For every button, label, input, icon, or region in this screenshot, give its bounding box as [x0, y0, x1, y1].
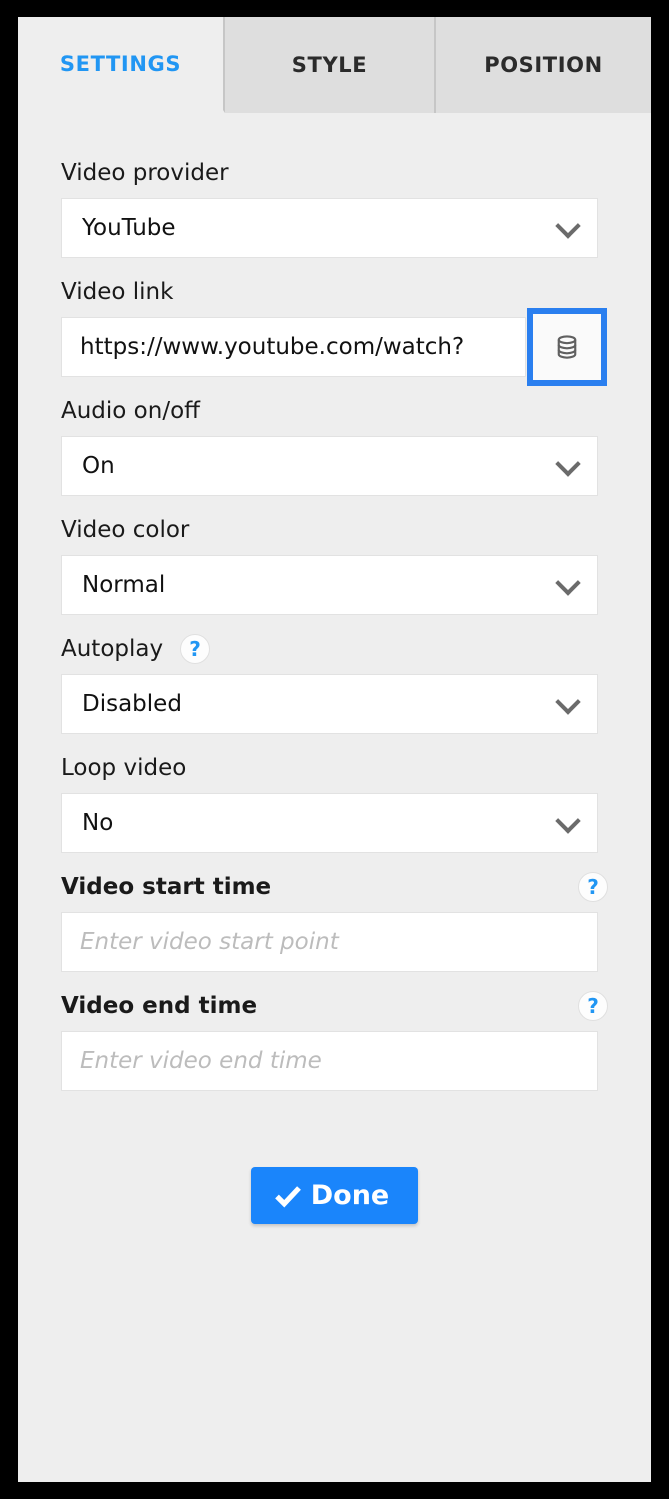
select-loop-video-value: No [82, 810, 114, 836]
label-row-autoplay: Autoplay ? [61, 629, 608, 669]
video-link-input[interactable] [61, 317, 526, 377]
field-audio: Audio on/off On [61, 391, 608, 496]
video-settings-panel: SETTINGS STYLE POSITION Video provider Y… [18, 17, 651, 1482]
label-video-color: Video color [61, 516, 190, 543]
field-video-end-time: Video end time ? [61, 986, 608, 1091]
label-autoplay: Autoplay [61, 635, 164, 662]
select-autoplay[interactable]: Disabled [61, 674, 598, 734]
label-video-end-time: Video end time [61, 992, 258, 1019]
tab-position-label: POSITION [484, 53, 603, 77]
media-library-button[interactable] [527, 308, 607, 386]
field-loop-video: Loop video No [61, 748, 608, 853]
label-row-video-end-time: Video end time ? [61, 986, 608, 1026]
label-audio: Audio on/off [61, 397, 200, 424]
field-video-provider: Video provider YouTube [61, 153, 608, 258]
select-video-provider[interactable]: YouTube [61, 198, 598, 258]
select-video-provider-value: YouTube [82, 215, 176, 241]
tab-settings-label: SETTINGS [59, 51, 182, 76]
label-row-video-start-time: Video start time ? [61, 867, 608, 907]
chevron-down-icon [555, 689, 581, 715]
select-video-color[interactable]: Normal [61, 555, 598, 615]
help-icon-autoplay[interactable]: ? [180, 634, 211, 664]
tab-position[interactable]: POSITION [436, 17, 651, 113]
select-audio[interactable]: On [61, 436, 598, 496]
settings-form: Video provider YouTube Video link https:… [18, 113, 651, 1224]
label-row-video-color: Video color [61, 510, 608, 550]
video-end-time-input[interactable] [61, 1031, 598, 1091]
chevron-down-icon [555, 808, 581, 834]
label-video-provider: Video provider [61, 159, 229, 186]
label-row-video-provider: Video provider [61, 153, 608, 193]
chevron-down-icon [555, 570, 581, 596]
select-audio-value: On [82, 453, 115, 479]
video-start-time-input[interactable] [61, 912, 598, 972]
select-video-color-value: Normal [82, 572, 166, 598]
label-video-start-time: Video start time [61, 873, 272, 900]
label-row-loop-video: Loop video [61, 748, 608, 788]
label-row-video-link: Video link [61, 272, 608, 312]
check-icon [274, 1185, 301, 1208]
field-video-color: Video color Normal [61, 510, 608, 615]
footer-actions: Done [61, 1167, 608, 1224]
tab-style[interactable]: STYLE [225, 17, 436, 113]
video-link-row [61, 308, 607, 386]
help-icon-video-start-time[interactable]: ? [578, 872, 608, 902]
help-icon-video-end-time[interactable]: ? [578, 991, 608, 1021]
label-loop-video: Loop video [61, 754, 187, 781]
select-autoplay-value: Disabled [82, 691, 182, 717]
chevron-down-icon [555, 213, 581, 239]
chevron-down-icon [555, 451, 581, 477]
tab-style-label: STYLE [291, 53, 368, 77]
field-video-start-time: Video start time ? [61, 867, 608, 972]
done-button-label: Done [310, 1180, 390, 1211]
label-video-link: Video link [61, 278, 174, 305]
label-row-audio: Audio on/off [61, 391, 608, 431]
tab-bar: SETTINGS STYLE POSITION [18, 17, 651, 113]
done-button[interactable]: Done [250, 1167, 419, 1224]
field-autoplay: Autoplay ? Disabled [61, 629, 608, 734]
database-icon [557, 335, 577, 359]
tab-settings[interactable]: SETTINGS [18, 17, 225, 113]
field-video-link: Video link [61, 272, 608, 386]
select-loop-video[interactable]: No [61, 793, 598, 853]
